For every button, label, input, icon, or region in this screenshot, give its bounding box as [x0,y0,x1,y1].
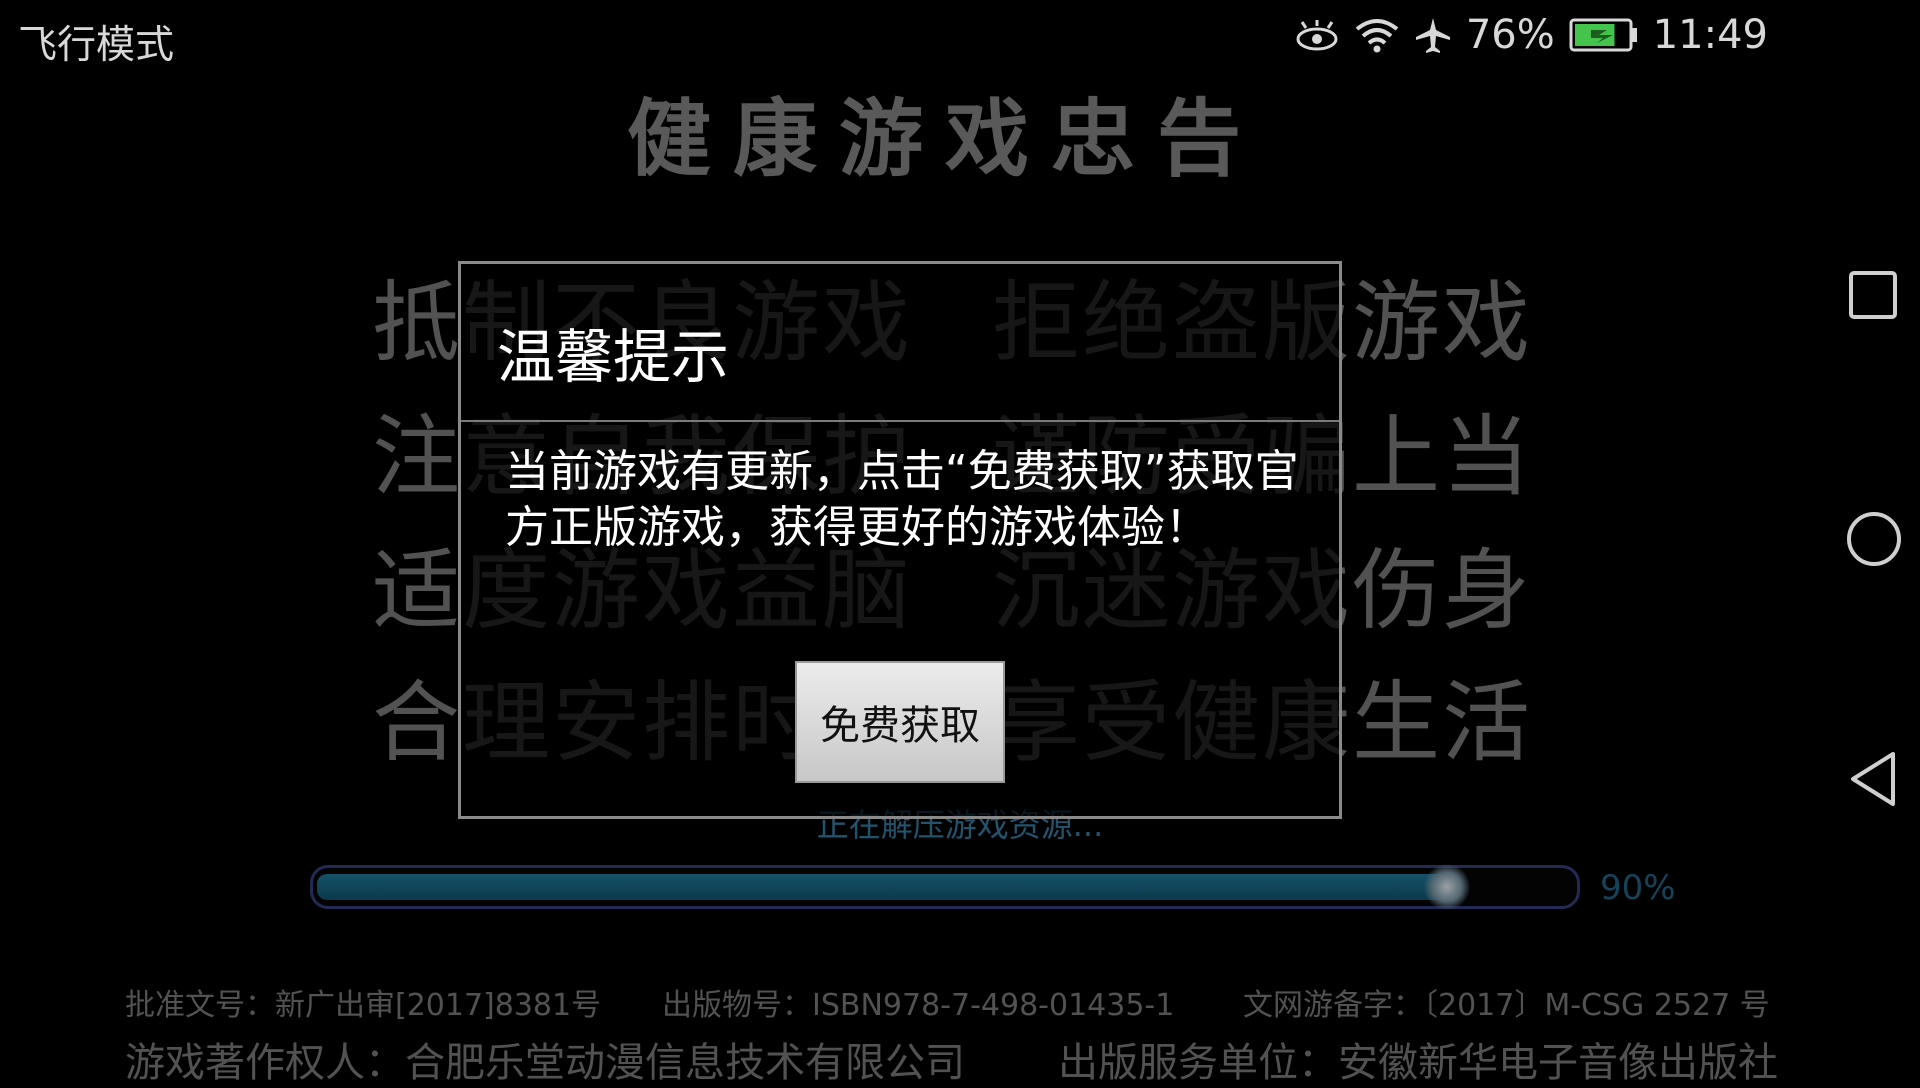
battery-charging-icon [1569,18,1639,52]
airplane-mode-label: 飞行模式 [18,23,175,68]
battery-percent: 76% [1465,12,1555,58]
back-icon[interactable] [1848,751,1898,811]
navigation-bar [1820,0,1920,1080]
free-get-button[interactable]: 免费获取 [795,661,1005,783]
home-icon[interactable] [1846,511,1902,571]
airplane-icon [1414,16,1452,54]
status-bar: 飞行模式 76% 11:49 [0,0,1820,76]
update-dialog: 温馨提示 当前游戏有更新，点击“免费获取”获取官方正版游戏，获得更好的游戏体验！… [458,261,1342,819]
clock-time: 11:49 [1652,12,1768,58]
wifi-icon [1354,17,1400,53]
status-icons: 76% 11:49 [1294,12,1768,58]
eye-icon [1294,18,1340,52]
dialog-message: 当前游戏有更新，点击“免费获取”获取官方正版游戏，获得更好的游戏体验！ [505,446,1299,553]
recent-apps-icon[interactable] [1848,270,1898,324]
dialog-title: 温馨提示 [497,323,730,391]
dialog-divider [461,420,1339,422]
